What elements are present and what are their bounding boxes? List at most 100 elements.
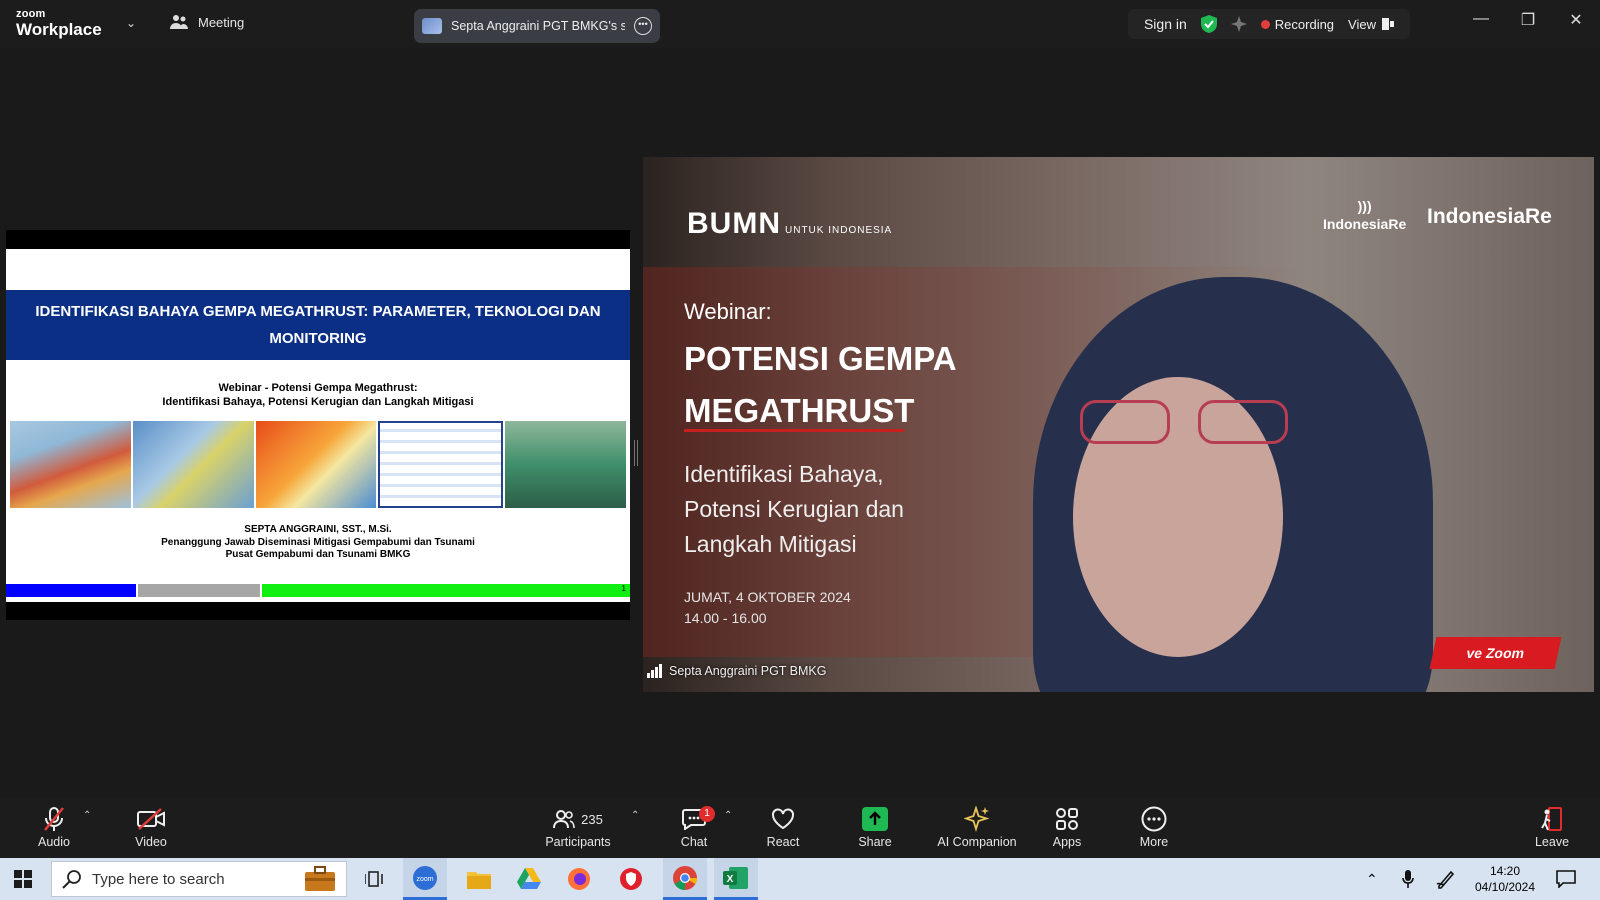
shield-check-icon[interactable]	[1200, 15, 1217, 33]
live-zoom-badge: ve Zoom	[1429, 637, 1562, 669]
file-explorer-icon[interactable]	[462, 864, 496, 894]
view-layout-icon	[1382, 18, 1394, 30]
ai-companion-button[interactable]: AI Companion	[934, 806, 1020, 849]
pen-tray-icon[interactable]	[1436, 858, 1456, 900]
share-title: Septa Anggraini PGT BMKG's scr	[451, 19, 625, 33]
hazard-map-image	[255, 421, 377, 508]
participants-options-chevron-icon[interactable]: ⌃	[631, 810, 639, 821]
slide-author-block: SEPTA ANGGRAINI, SST., M.Si. Penanggung …	[6, 524, 630, 562]
apps-button[interactable]: Apps	[1050, 806, 1084, 849]
windows-taskbar: Type here to search zoom X ⌃ 14:20 04/10…	[0, 858, 1600, 900]
ai-sparkle-icon	[964, 806, 990, 832]
slide-subtitle-line2: Identifikasi Bahaya, Potensi Kerugian da…	[162, 396, 474, 408]
heart-icon	[772, 808, 794, 830]
search-icon	[62, 870, 81, 889]
briefcase-icon	[305, 866, 335, 891]
regional-map-image	[132, 421, 254, 508]
glasses-left	[1080, 400, 1170, 444]
ai-companion-label: AI Companion	[937, 835, 1017, 849]
top-right-controls: Sign in Recording View	[1127, 9, 1410, 39]
react-label: React	[766, 835, 800, 849]
brand-line2: Workplace	[16, 20, 102, 39]
zoom-taskbar-icon[interactable]: zoom	[403, 858, 447, 900]
footer-segment-green: 1	[262, 584, 630, 597]
indonesiare-logo-1: ))) IndonesiaRe	[1323, 197, 1406, 233]
search-placeholder: Type here to search	[92, 870, 225, 888]
more-button[interactable]: More	[1137, 806, 1171, 849]
meeting-label: Meeting	[198, 14, 245, 30]
warning-system-diagram-image	[378, 421, 504, 508]
slide-title: IDENTIFIKASI BAHAYA GEMPA MEGATHRUST: PA…	[6, 290, 630, 360]
slide-subtitle-line1: Webinar - Potensi Gempa Megathrust:	[218, 382, 418, 394]
slide-title-line1: IDENTIFIKASI BAHAYA GEMPA MEGATHRUST: PA…	[35, 303, 601, 320]
excel-icon[interactable]: X	[714, 858, 758, 900]
leave-button[interactable]: Leave	[1534, 806, 1570, 849]
indonesiare-logo-2: IndonesiaRe	[1427, 205, 1552, 228]
participant-name: Septa Anggraini PGT BMKG	[669, 664, 827, 678]
google-drive-icon[interactable]	[512, 864, 546, 894]
recording-indicator[interactable]: Recording	[1260, 16, 1335, 32]
video-title: POTENSI GEMPA MEGATHRUST	[684, 333, 957, 437]
microphone-tray-icon[interactable]	[1402, 858, 1414, 900]
windows-start-icon[interactable]	[14, 870, 32, 888]
sign-in-button[interactable]: Sign in	[1144, 16, 1187, 32]
audio-options-chevron-icon[interactable]: ⌃	[83, 810, 91, 821]
split-resize-handle[interactable]	[634, 440, 638, 466]
task-view-icon[interactable]	[358, 864, 392, 894]
video-subtitle-line1: Identifikasi Bahaya,	[684, 461, 884, 487]
chat-label: Chat	[680, 835, 708, 849]
minimize-icon[interactable]: —	[1461, 10, 1501, 28]
react-button[interactable]: React	[764, 806, 802, 849]
chrome-icon[interactable]	[663, 858, 707, 900]
video-date-block: JUMAT, 4 OKTOBER 2024 14.00 - 16.00	[684, 587, 851, 629]
share-label: Share	[858, 835, 892, 849]
connection-signal-icon	[647, 664, 663, 678]
video-label: Video	[135, 835, 167, 849]
slide-title-line2: MONITORING	[269, 330, 367, 347]
recording-label: Recording	[1274, 16, 1335, 32]
security-app-icon[interactable]	[614, 864, 648, 894]
share-thumbnail-icon	[422, 18, 442, 34]
audio-button[interactable]: Audio	[34, 806, 74, 849]
participants-button[interactable]: 235 Participants	[542, 806, 614, 849]
footer-segment-blue	[6, 584, 136, 597]
shared-screen[interactable]: IDENTIFIKASI BAHAYA GEMPA MEGATHRUST: PA…	[6, 230, 630, 620]
video-date: JUMAT, 4 OKTOBER 2024	[684, 589, 851, 605]
chat-unread-badge: 1	[699, 806, 715, 822]
taskbar-clock[interactable]: 14:20 04/10/2024	[1468, 863, 1542, 895]
presentation-slide: IDENTIFIKASI BAHAYA GEMPA MEGATHRUST: PA…	[6, 249, 630, 602]
chat-options-chevron-icon[interactable]: ⌃	[724, 810, 732, 821]
bumn-logo: BUMN UNTUK INDONESIA	[687, 207, 892, 241]
footer-segment-gray	[138, 584, 260, 597]
video-button[interactable]: Video	[130, 806, 172, 849]
speaker-video[interactable]: BUMN UNTUK INDONESIA ))) IndonesiaRe Indo…	[643, 157, 1594, 692]
meeting-button[interactable]: Meeting	[170, 14, 244, 30]
participants-label: Participants	[545, 835, 611, 849]
slide-page-number: 1	[621, 584, 626, 593]
video-time: 14.00 - 16.00	[684, 610, 767, 626]
show-hidden-icons-chevron-icon[interactable]: ⌃	[1366, 858, 1378, 900]
more-dots-icon	[1141, 806, 1167, 832]
svg-text:X: X	[727, 874, 734, 885]
participants-icon	[553, 810, 575, 829]
restore-icon[interactable]: ❐	[1508, 10, 1548, 30]
taskbar-search-box[interactable]: Type here to search	[51, 861, 347, 897]
zoom-workplace-logo[interactable]: zoom Workplace	[16, 9, 102, 39]
seismicity-map-image	[10, 421, 131, 508]
speaker-glasses	[1080, 400, 1290, 444]
leave-label: Leave	[1534, 835, 1570, 849]
share-button[interactable]: Share	[856, 806, 894, 849]
sparkle-icon[interactable]	[1230, 16, 1247, 32]
view-button[interactable]: View	[1348, 17, 1394, 32]
firefox-icon[interactable]	[562, 864, 596, 894]
more-options-icon[interactable]: •••	[634, 17, 652, 35]
close-icon[interactable]: ✕	[1556, 10, 1596, 30]
chevron-down-icon[interactable]: ⌄	[126, 16, 136, 30]
screen-share-indicator[interactable]: Septa Anggraini PGT BMKG's scr •••	[414, 9, 660, 43]
apps-grid-icon	[1056, 808, 1078, 830]
apps-label: Apps	[1052, 835, 1082, 849]
ire-logo-text-1: IndonesiaRe	[1323, 216, 1407, 232]
slide-subtitle: Webinar - Potensi Gempa Megathrust: Iden…	[6, 381, 630, 409]
title-underline	[684, 429, 904, 432]
notifications-icon[interactable]	[1556, 858, 1576, 900]
